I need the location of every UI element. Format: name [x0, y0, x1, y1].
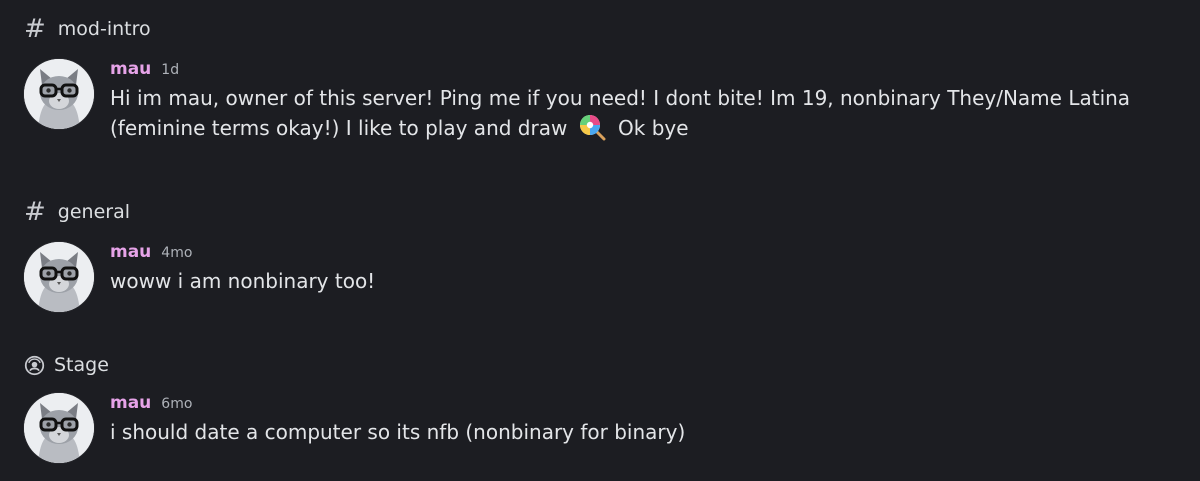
author-name[interactable]: mau	[110, 242, 151, 262]
timestamp: 4mo	[161, 245, 193, 261]
channel-header-general[interactable]: # general	[24, 197, 130, 227]
author-name[interactable]: mau	[110, 59, 151, 79]
cat-with-glasses-avatar[interactable]	[24, 59, 94, 129]
channel-header-stage[interactable]: Stage	[24, 350, 109, 380]
message-meta: mau 6mo	[110, 393, 1170, 417]
message-item[interactable]: mau 6mo i should date a computer so its …	[24, 393, 1184, 469]
message-content: woww i am nonbinary too!	[110, 269, 376, 293]
message-content: Hi im mau, owner of this server! Ping me…	[110, 83, 1170, 143]
cat-with-glasses-avatar[interactable]	[24, 242, 94, 312]
message-body: mau 4mo woww i am nonbinary too!	[110, 242, 1170, 296]
message-item[interactable]: mau 1d Hi im mau, owner of this server! …	[24, 59, 1184, 141]
search-results-panel: # mod-intro mau 1d Hi im mau, owner of t…	[0, 0, 1200, 481]
stage-icon	[24, 355, 45, 376]
channel-name: Stage	[54, 354, 109, 376]
message-meta: mau 4mo	[110, 242, 1170, 266]
message-body: mau 6mo i should date a computer so its …	[110, 393, 1170, 447]
hash-icon: #	[24, 197, 46, 227]
message-item[interactable]: mau 4mo woww i am nonbinary too!	[24, 242, 1184, 318]
message-meta: mau 1d	[110, 59, 1170, 83]
timestamp: 1d	[161, 62, 180, 78]
message-text-end: Ok bye	[618, 116, 689, 140]
author-name[interactable]: mau	[110, 393, 151, 413]
channel-name: general	[57, 201, 131, 223]
channel-header-mod-intro[interactable]: # mod-intro	[24, 14, 151, 44]
cat-with-glasses-avatar[interactable]	[24, 393, 94, 463]
hash-icon: #	[24, 14, 46, 44]
channel-name: mod-intro	[57, 18, 151, 40]
timestamp: 6mo	[161, 396, 193, 412]
message-body: mau 1d Hi im mau, owner of this server! …	[110, 59, 1170, 143]
message-content: i should date a computer so its nfb (non…	[110, 420, 686, 444]
lollipop-icon	[578, 113, 606, 141]
